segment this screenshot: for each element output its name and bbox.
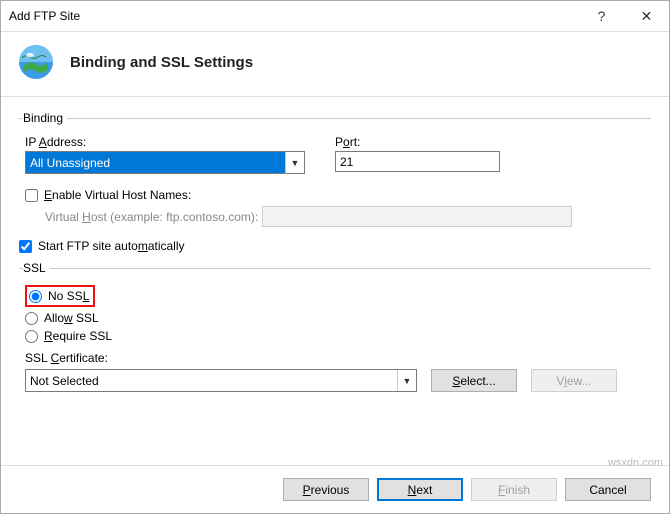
ip-address-combo[interactable]: ▼ bbox=[25, 151, 305, 174]
dialog-heading: Binding and SSL Settings bbox=[70, 54, 253, 71]
allow-ssl-radio[interactable] bbox=[25, 312, 38, 325]
ssl-legend: SSL bbox=[23, 261, 50, 275]
globe-icon bbox=[16, 42, 56, 82]
close-button[interactable]: ✕ bbox=[624, 1, 669, 31]
select-cert-button[interactable]: Select... bbox=[431, 369, 517, 392]
dialog-header: Binding and SSL Settings bbox=[1, 32, 669, 97]
no-ssl-label: No SSL bbox=[48, 289, 89, 303]
ip-address-input[interactable] bbox=[26, 152, 285, 173]
view-cert-button: View... bbox=[531, 369, 617, 392]
chevron-down-icon[interactable]: ▼ bbox=[397, 370, 416, 391]
ip-address-label: IP Address: bbox=[25, 135, 305, 149]
help-button[interactable]: ? bbox=[579, 1, 624, 31]
dialog-footer: Previous Next Finish Cancel bbox=[1, 465, 669, 513]
port-input[interactable] bbox=[335, 151, 500, 172]
chevron-down-icon[interactable]: ▼ bbox=[285, 152, 304, 173]
finish-button: Finish bbox=[471, 478, 557, 501]
start-automatically-checkbox[interactable] bbox=[19, 240, 32, 253]
dialog-body: Binding IP Address: ▼ Port: bbox=[1, 97, 669, 465]
window-title: Add FTP Site bbox=[1, 9, 579, 23]
ssl-cert-label: SSL Certificate: bbox=[25, 351, 645, 365]
binding-group: Binding IP Address: ▼ Port: bbox=[19, 111, 651, 233]
previous-button[interactable]: Previous bbox=[283, 478, 369, 501]
allow-ssl-label: Allow SSL bbox=[44, 311, 99, 325]
virtual-host-input bbox=[262, 206, 572, 227]
next-button[interactable]: Next bbox=[377, 478, 463, 501]
cancel-button[interactable]: Cancel bbox=[565, 478, 651, 501]
require-ssl-label: Require SSL bbox=[44, 329, 112, 343]
no-ssl-radio[interactable] bbox=[29, 290, 42, 303]
virtual-host-label: Virtual Host (example: ftp.contoso.com): bbox=[45, 210, 262, 224]
port-label: Port: bbox=[335, 135, 500, 149]
enable-virtual-host-label: Enable Virtual Host Names: bbox=[44, 188, 191, 202]
dialog-window: Add FTP Site ? ✕ Binding and SSL Setting… bbox=[0, 0, 670, 514]
require-ssl-radio[interactable] bbox=[25, 330, 38, 343]
ssl-group: SSL No SSL Allow SSL Require SSL bbox=[19, 261, 651, 398]
enable-virtual-host-checkbox[interactable] bbox=[25, 189, 38, 202]
binding-legend: Binding bbox=[23, 111, 67, 125]
ssl-cert-combo[interactable]: ▼ bbox=[25, 369, 417, 392]
start-automatically-label: Start FTP site automatically bbox=[38, 239, 185, 253]
titlebar: Add FTP Site ? ✕ bbox=[1, 1, 669, 32]
no-ssl-highlight: No SSL bbox=[25, 285, 95, 307]
ssl-cert-input[interactable] bbox=[26, 370, 397, 391]
